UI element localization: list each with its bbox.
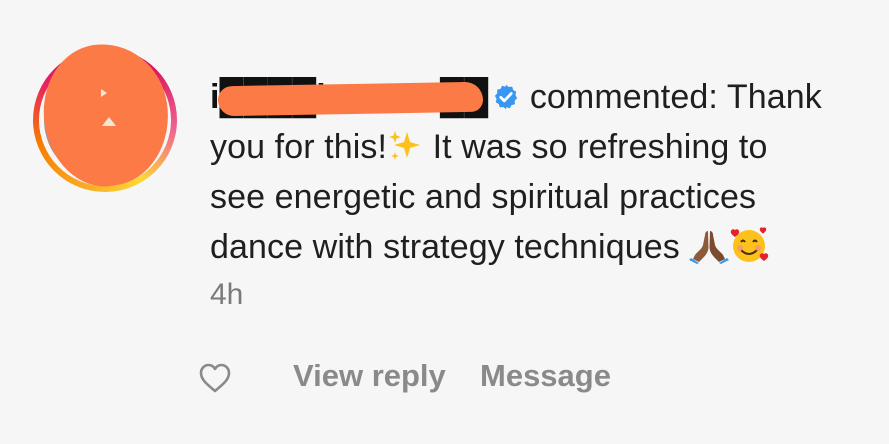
heart-icon[interactable] [198, 362, 232, 394]
comment-text: i████interelo██ commented: Thank you for… [210, 72, 870, 272]
timestamp: 4h [210, 278, 244, 311]
verified-icon [495, 84, 518, 110]
view-reply-button[interactable]: View reply [293, 358, 446, 394]
comment-notification: i████interelo██ commented: Thank you for… [0, 0, 889, 444]
smiling-face-with-hearts-icon [731, 227, 769, 262]
username-link[interactable]: i████interelo██ [210, 72, 488, 122]
message-button[interactable]: Message [480, 358, 611, 394]
username-redaction [217, 81, 484, 117]
sparkles-icon [389, 131, 421, 160]
folded-hands-icon [689, 231, 730, 264]
comment-action: commented: Thank [529, 78, 822, 116]
